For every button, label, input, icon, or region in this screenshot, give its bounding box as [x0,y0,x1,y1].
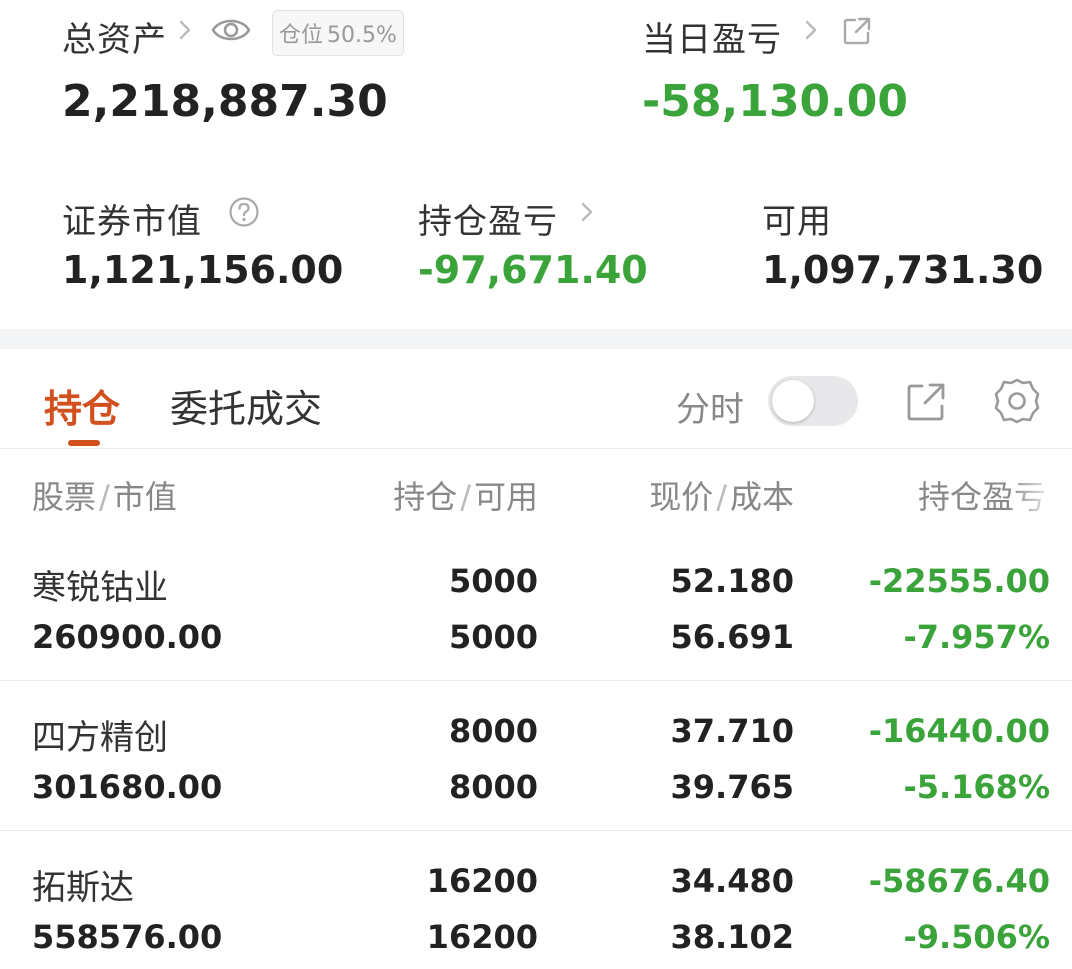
header-price-cost[interactable]: 现价/成本 [640,472,794,518]
holding-pnl-pct: -9.506% [903,918,1050,956]
tabs-divider [0,448,1072,449]
tab-positions[interactable]: 持仓 [44,378,120,433]
holding-pnl-value: -97,671.40 [418,248,648,292]
available-value: 1,097,731.30 [762,248,1044,292]
header-holding: 持仓 [393,478,458,516]
daily-pnl-value: -58,130.00 [642,76,908,127]
cost-price: 56.691 [670,618,794,656]
header-available: 可用 [473,478,538,516]
market-value-value: 1,121,156.00 [62,248,344,292]
market-value: 558576.00 [32,918,223,956]
holding-pnl-pct: -7.957% [903,618,1050,656]
holding-pnl: -58676.40 [868,862,1050,900]
holding-qty: 8000 [448,712,538,750]
current-price: 52.180 [670,562,794,600]
current-price: 37.710 [670,712,794,750]
position-ratio-badge: 仓位 50.5% [272,10,404,56]
market-value: 260900.00 [32,618,223,656]
chevron-right-icon[interactable] [578,198,596,226]
eye-icon[interactable] [210,14,252,46]
cost-price: 38.102 [670,918,794,956]
question-icon[interactable] [228,196,260,228]
header-cost: 成本 [729,478,794,516]
holding-qty: 16200 [426,862,538,900]
stock-name: 寒锐钴业 [32,568,168,608]
available-qty: 5000 [448,618,538,656]
header-holding-pnl[interactable]: 持仓盈亏 [918,472,1058,518]
header-holding-pnl-label: 持仓盈亏 [918,478,1047,516]
settings-icon[interactable] [992,376,1042,426]
position-ratio-value: 50.5% [327,23,397,48]
daily-pnl-label[interactable]: 当日盈亏 [642,12,782,61]
current-price: 34.480 [670,862,794,900]
holding-pnl: -16440.00 [868,712,1050,750]
header-stock-market-value[interactable]: 股票/市值 [32,472,177,518]
header-holding-available[interactable]: 持仓/可用 [388,472,538,518]
header-price: 现价 [649,478,714,516]
section-divider [0,329,1072,349]
table-row[interactable]: 四方精创 301680.00 8000 8000 37.710 39.765 -… [0,690,1072,830]
share-icon[interactable] [904,380,948,424]
stock-name: 四方精创 [32,718,168,758]
table-row[interactable]: 寒锐钴业 260900.00 5000 5000 52.180 56.691 -… [0,540,1072,680]
tab-orders-trades[interactable]: 委托成交 [170,378,322,433]
chevron-right-icon[interactable] [176,16,194,44]
intraday-label: 分时 [676,390,744,430]
total-assets-label[interactable]: 总资产 [62,12,167,61]
total-assets-value: 2,218,887.30 [62,76,388,127]
market-value: 301680.00 [32,768,223,806]
stock-name: 拓斯达 [32,868,134,908]
intraday-toggle[interactable] [768,376,858,426]
header-market-value: 市值 [112,478,177,516]
row-divider [0,680,1072,681]
available-label: 可用 [762,202,832,242]
holding-pnl-pct: -5.168% [903,768,1050,806]
chevron-right-icon[interactable] [802,16,820,44]
external-link-icon[interactable] [842,16,872,46]
holding-pnl: -22555.00 [868,562,1050,600]
header-stock: 股票 [32,478,97,516]
row-divider [0,830,1072,831]
holding-pnl-label[interactable]: 持仓盈亏 [418,194,558,243]
active-tab-indicator [68,440,100,446]
table-row[interactable]: 拓斯达 558576.00 16200 16200 34.480 38.102 … [0,840,1072,969]
holding-qty: 5000 [448,562,538,600]
cost-price: 39.765 [670,768,794,806]
position-ratio-label: 仓位 [279,23,324,48]
toggle-knob [772,380,814,422]
market-value-label: 证券市值 [62,202,202,242]
available-qty: 16200 [426,918,538,956]
available-qty: 8000 [448,768,538,806]
